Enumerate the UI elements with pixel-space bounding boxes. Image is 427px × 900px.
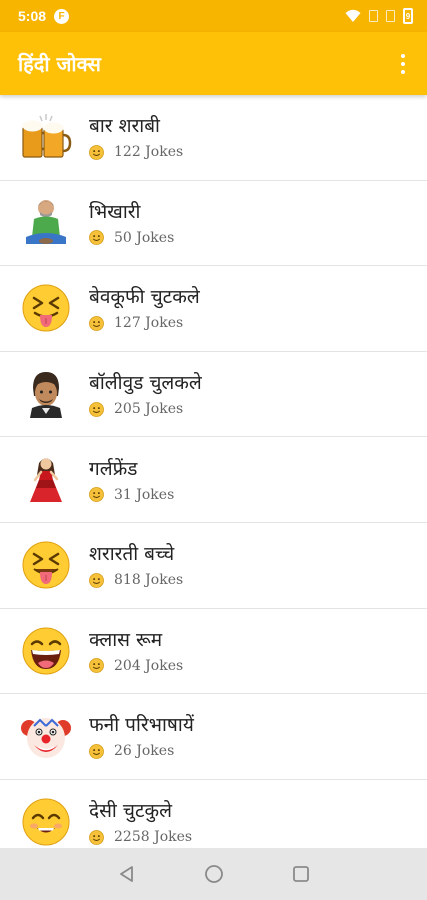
recents-button[interactable] [257, 848, 344, 900]
joke-count: 127 Jokes [114, 315, 184, 332]
notification-app-icon: F [54, 8, 70, 24]
category-title: गर्लफ्रेंड [89, 457, 138, 480]
category-title: क्लास रूम [89, 628, 163, 651]
sim-slot-1-icon [369, 10, 378, 22]
smiley-icon [89, 144, 104, 160]
grinning-face-icon [20, 796, 72, 848]
joke-count: 204 Jokes [114, 657, 184, 674]
smiley-icon [89, 572, 104, 588]
joke-count: 26 Jokes [114, 743, 175, 760]
notification-app-letter: F [58, 10, 65, 22]
sim-slot-2-icon [386, 10, 395, 22]
joke-count: 205 Jokes [114, 401, 184, 418]
list-item[interactable]: भिखारी 50 Jokes [0, 181, 427, 267]
category-title: देसी चुटकुले [89, 800, 173, 823]
bollywood-man-icon [20, 368, 72, 420]
smiley-icon [89, 316, 104, 331]
app-title: हिंदी जोक्स [18, 52, 101, 76]
home-circle-icon [204, 865, 223, 883]
naughty-face-icon [20, 539, 72, 591]
recents-square-icon [292, 866, 309, 882]
smiley-icon [89, 658, 104, 674]
back-triangle-icon [119, 866, 133, 882]
clown-face-icon [20, 710, 72, 762]
wifi-icon [345, 9, 361, 22]
smiley-icon [89, 401, 104, 417]
joke-count: 50 Jokes [114, 229, 175, 246]
list-item[interactable]: बॉलीवुड चुलकले 205 Jokes [0, 352, 427, 438]
joke-count: 2258 Jokes [114, 829, 193, 846]
back-button[interactable] [83, 848, 170, 900]
category-list: बार शराबी 122 Jokes भिखारी 50 Jokes बेवक… [0, 95, 427, 848]
joke-count: 31 Jokes [114, 486, 175, 503]
beggar-icon [20, 197, 72, 249]
list-item[interactable]: फनी परिभाषायें 26 Jokes [0, 694, 427, 780]
list-item[interactable]: क्लास रूम 204 Jokes [0, 609, 427, 695]
category-title: बेवकूफी चुटकले [89, 286, 200, 309]
system-nav-bar [0, 848, 427, 900]
joke-count: 122 Jokes [114, 144, 184, 161]
app-bar: हिंदी जोक्स [0, 32, 427, 95]
category-title: शरारती बच्चे [89, 543, 175, 566]
battery-level: 9 [405, 11, 411, 21]
smiley-icon [89, 829, 104, 845]
laughing-face-icon [20, 625, 72, 677]
list-item[interactable]: शरारती बच्चे 818 Jokes [0, 523, 427, 609]
status-time: 5:08 [18, 8, 47, 24]
battery-icon: 9 [403, 8, 413, 24]
beer-mugs-icon [20, 111, 72, 163]
list-item[interactable]: बेवकूफी चुटकले 127 Jokes [0, 266, 427, 352]
category-title: भिखारी [89, 200, 141, 223]
status-bar: 5:08 F 9 [0, 0, 427, 32]
list-item[interactable]: बार शराबी 122 Jokes [0, 95, 427, 181]
list-item[interactable]: गर्लफ्रेंड 31 Jokes [0, 437, 427, 523]
girl-red-dress-icon [20, 454, 72, 506]
tongue-out-face-icon [20, 282, 72, 334]
list-item[interactable]: देसी चुटकुले 2258 Jokes [0, 780, 427, 848]
smiley-icon [89, 230, 104, 246]
category-title: फनी परिभाषायें [89, 714, 194, 737]
category-title: बार शराबी [89, 115, 160, 138]
category-title: बॉलीवुड चुलकले [89, 372, 202, 395]
home-button[interactable] [170, 848, 257, 900]
more-vert-icon[interactable] [391, 44, 415, 84]
status-icons: 9 [345, 8, 413, 24]
smiley-icon [89, 744, 104, 759]
smiley-icon [89, 487, 104, 503]
joke-count: 818 Jokes [114, 572, 184, 589]
